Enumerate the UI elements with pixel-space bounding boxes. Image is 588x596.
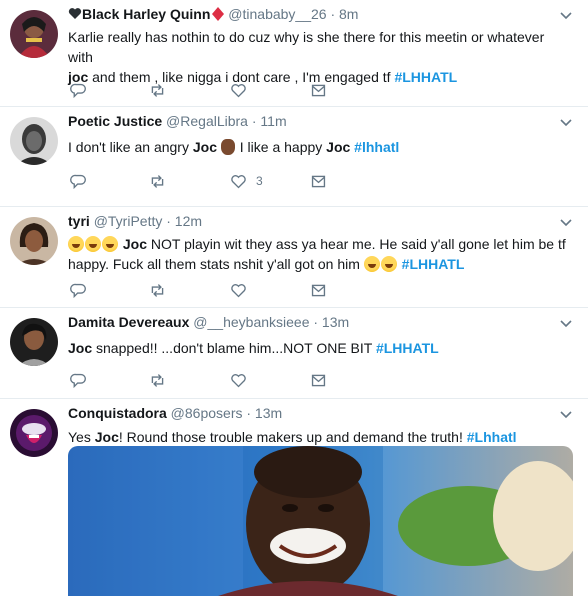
direct-message-button[interactable]	[310, 281, 327, 299]
tweet-actions	[70, 371, 350, 389]
retweet-icon	[151, 83, 164, 97]
reply-icon	[70, 83, 86, 98]
chevron-down-icon[interactable]	[560, 12, 572, 20]
heart-icon	[231, 283, 246, 297]
tweet-text: I don't like an angry Joc I like a happy…	[68, 139, 400, 155]
tweet-text: Karlie really has nothin to do cuz why i…	[68, 29, 545, 85]
tweet-text: Yes Joc! Round those trouble makers up a…	[68, 429, 517, 445]
envelope-icon	[311, 175, 326, 187]
display-name[interactable]: Black Harley Quinn	[68, 6, 228, 22]
reply-button[interactable]	[70, 281, 87, 299]
user-handle[interactable]: @TyriPetty	[94, 213, 163, 229]
laughing-emoji-icon	[68, 236, 84, 252]
retweet-button[interactable]	[149, 281, 166, 299]
user-handle[interactable]: @__heybanksieee	[193, 314, 309, 330]
retweet-icon	[151, 283, 164, 297]
reply-icon	[70, 283, 86, 298]
tweet-media-image[interactable]	[68, 446, 573, 596]
tweet-actions	[70, 81, 350, 99]
tweet-text: Joc NOT playin wit they ass ya hear me. …	[68, 236, 566, 272]
timestamp[interactable]: · 12m	[166, 213, 202, 229]
timestamp[interactable]: · 11m	[252, 113, 287, 129]
diamond-emoji-icon	[212, 7, 225, 21]
tweet[interactable]: tyri @TyriPetty · 12m Joc NOT playin wit…	[0, 207, 588, 308]
heart-icon	[231, 174, 246, 188]
hashtag-link[interactable]: #lhhatl	[354, 139, 399, 155]
tweet-header: Poetic Justice @RegalLibra · 11m	[68, 113, 287, 129]
tweet-actions: 3	[70, 172, 350, 190]
chevron-down-icon[interactable]	[560, 411, 572, 419]
tweet-header: Black Harley Quinn @tinababy__26 · 8m	[68, 6, 358, 22]
reply-icon	[70, 373, 86, 388]
avatar[interactable]	[10, 117, 58, 165]
like-button[interactable]	[230, 371, 247, 389]
direct-message-button[interactable]	[310, 81, 327, 99]
heart-icon	[231, 83, 246, 97]
hashtag-link[interactable]: #Lhhatl	[467, 429, 517, 445]
chevron-down-icon[interactable]	[560, 320, 572, 328]
tweet-header: Conquistadora @86posers · 13m	[68, 405, 282, 421]
laughing-emoji-icon	[380, 256, 397, 272]
avatar[interactable]	[10, 10, 58, 58]
hashtag-link[interactable]: #LHHATL	[376, 340, 439, 356]
user-handle[interactable]: @RegalLibra	[166, 113, 248, 129]
laughing-emoji-icon	[363, 256, 380, 272]
retweet-icon	[151, 174, 164, 188]
woman-emoji-icon	[220, 139, 235, 155]
reply-button[interactable]	[70, 172, 87, 190]
user-handle[interactable]: @tinababy__26	[228, 6, 326, 22]
display-name[interactable]: Poetic Justice	[68, 113, 162, 129]
tweet-header: tyri @TyriPetty · 12m	[68, 213, 202, 229]
user-handle[interactable]: @86posers	[171, 405, 243, 421]
retweet-button[interactable]	[149, 81, 166, 99]
heart-emoji-icon	[68, 7, 82, 20]
retweet-button[interactable]	[149, 371, 166, 389]
tweet[interactable]: Poetic Justice @RegalLibra · 11m I don't…	[0, 107, 588, 207]
envelope-icon	[311, 284, 326, 296]
display-name[interactable]: Damita Devereaux	[68, 314, 189, 330]
like-button[interactable]	[230, 81, 247, 99]
hashtag-link[interactable]: #LHHATL	[394, 69, 457, 85]
timestamp[interactable]: · 13m	[313, 314, 349, 330]
tweet[interactable]: Conquistadora @86posers · 13m Yes Joc! R…	[0, 399, 588, 596]
tweet-feed: Black Harley Quinn @tinababy__26 · 8m Ka…	[0, 0, 588, 596]
tweet-header: Damita Devereaux @__heybanksieee · 13m	[68, 314, 349, 330]
retweet-button[interactable]	[149, 172, 166, 190]
avatar[interactable]	[10, 217, 58, 265]
timestamp[interactable]: · 13m	[246, 405, 282, 421]
retweet-icon	[151, 373, 164, 387]
timestamp[interactable]: · 8m	[330, 6, 358, 22]
envelope-icon	[311, 374, 326, 386]
avatar[interactable]	[10, 318, 58, 366]
like-button[interactable]: 3	[230, 172, 263, 190]
tweet-text: Joc snapped!! ...don't blame him...NOT O…	[68, 340, 439, 356]
like-count: 3	[256, 174, 263, 188]
direct-message-button[interactable]	[310, 371, 327, 389]
laughing-emoji-icon	[102, 236, 118, 252]
direct-message-button[interactable]	[310, 172, 327, 190]
reply-button[interactable]	[70, 371, 87, 389]
chevron-down-icon[interactable]	[560, 219, 572, 227]
like-button[interactable]	[230, 281, 247, 299]
avatar[interactable]	[10, 409, 58, 457]
laughing-emoji-icon	[85, 236, 101, 252]
envelope-icon	[311, 84, 326, 96]
reply-button[interactable]	[70, 81, 87, 99]
heart-icon	[231, 373, 246, 387]
chevron-down-icon[interactable]	[560, 119, 572, 127]
display-name[interactable]: Conquistadora	[68, 405, 167, 421]
display-name[interactable]: tyri	[68, 213, 90, 229]
hashtag-link[interactable]: #LHHATL	[402, 256, 465, 272]
tweet-actions	[70, 281, 350, 299]
tweet[interactable]: Damita Devereaux @__heybanksieee · 13m J…	[0, 308, 588, 399]
tweet[interactable]: Black Harley Quinn @tinababy__26 · 8m Ka…	[0, 0, 588, 107]
reply-icon	[70, 174, 86, 189]
